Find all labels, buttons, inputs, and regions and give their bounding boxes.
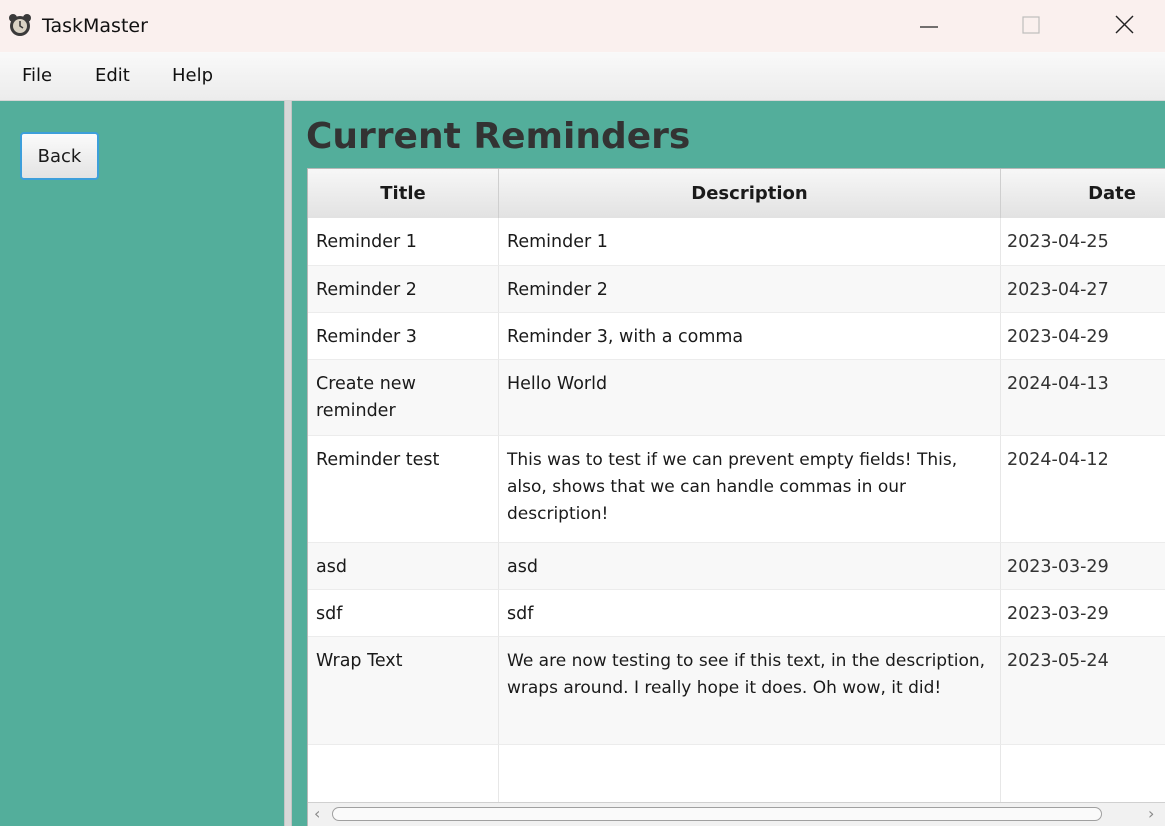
- title-bar: TaskMaster: [0, 0, 1165, 52]
- table-row[interactable]: Reminder 2 Reminder 2 2023-04-27: [308, 266, 1165, 313]
- cell-description: sdf: [499, 590, 1001, 637]
- maximize-button[interactable]: [995, 0, 1065, 52]
- cell-date: 2024-04-13: [1001, 360, 1165, 436]
- cell-description: [499, 745, 1001, 803]
- menu-file[interactable]: File: [22, 65, 52, 86]
- cell-description: Reminder 1: [499, 218, 1001, 266]
- cell-date: 2023-03-29: [1001, 590, 1165, 637]
- app-title: TaskMaster: [42, 15, 148, 37]
- cell-description: Reminder 2: [499, 266, 1001, 313]
- cell-description: Hello World: [499, 360, 1001, 436]
- table-row[interactable]: sdf sdf 2023-03-29: [308, 590, 1165, 637]
- main-panel: Current Reminders Title Description Date…: [295, 101, 1165, 826]
- column-header-title[interactable]: Title: [308, 169, 499, 218]
- table-row[interactable]: Reminder 1 Reminder 1 2023-04-25: [308, 218, 1165, 266]
- table-row[interactable]: Reminder 3 Reminder 3, with a comma 2023…: [308, 313, 1165, 360]
- table-row[interactable]: [308, 745, 1165, 803]
- cell-date: [1001, 745, 1165, 803]
- reminders-table: Title Description Date Reminder 1 Remind…: [307, 168, 1165, 826]
- cell-date: 2023-04-25: [1001, 218, 1165, 266]
- cell-title: Reminder 1: [308, 218, 499, 266]
- cell-date: 2023-05-24: [1001, 637, 1165, 745]
- maximize-icon: [1022, 16, 1040, 34]
- cell-date: 2024-04-12: [1001, 436, 1165, 543]
- cell-description: asd: [499, 543, 1001, 590]
- cell-description: Reminder 3, with a comma: [499, 313, 1001, 360]
- split-divider[interactable]: [281, 101, 295, 826]
- scroll-right-icon[interactable]: ›: [1148, 805, 1154, 823]
- column-header-description[interactable]: Description: [499, 169, 1001, 218]
- column-header-date[interactable]: Date: [1001, 169, 1165, 218]
- cell-description: This was to test if we can prevent empty…: [499, 436, 1001, 543]
- alarm-clock-icon: [8, 13, 32, 37]
- minimize-button[interactable]: [895, 0, 965, 52]
- cell-title: [308, 745, 499, 803]
- cell-date: 2023-04-27: [1001, 266, 1165, 313]
- menu-edit[interactable]: Edit: [95, 65, 130, 86]
- cell-title: sdf: [308, 590, 499, 637]
- cell-date: 2023-03-29: [1001, 543, 1165, 590]
- divider-handle[interactable]: [284, 101, 292, 826]
- table-header: Title Description Date: [308, 169, 1165, 219]
- table-row[interactable]: Reminder test This was to test if we can…: [308, 436, 1165, 543]
- sidebar: Back: [0, 101, 281, 826]
- table-row[interactable]: Wrap Text We are now testing to see if t…: [308, 637, 1165, 745]
- close-icon: [1115, 15, 1134, 34]
- table-row[interactable]: asd asd 2023-03-29: [308, 543, 1165, 590]
- menu-bar: File Edit Help: [0, 52, 1165, 101]
- cell-date: 2023-04-29: [1001, 313, 1165, 360]
- scroll-left-icon[interactable]: ‹: [314, 805, 320, 823]
- table-row[interactable]: Create new reminder Hello World 2024-04-…: [308, 360, 1165, 436]
- cell-title: asd: [308, 543, 499, 590]
- close-button[interactable]: [1090, 0, 1160, 52]
- menu-help[interactable]: Help: [172, 65, 213, 86]
- back-button[interactable]: Back: [20, 132, 99, 180]
- minimize-icon: [920, 26, 938, 28]
- cell-title: Reminder test: [308, 436, 499, 543]
- page-title: Current Reminders: [306, 116, 691, 157]
- horizontal-scrollbar[interactable]: ‹ ›: [308, 802, 1165, 826]
- cell-title: Reminder 3: [308, 313, 499, 360]
- cell-title: Wrap Text: [308, 637, 499, 745]
- scrollbar-thumb[interactable]: [332, 807, 1102, 821]
- cell-title: Reminder 2: [308, 266, 499, 313]
- cell-description: We are now testing to see if this text, …: [499, 637, 1001, 745]
- cell-title: Create new reminder: [308, 360, 499, 436]
